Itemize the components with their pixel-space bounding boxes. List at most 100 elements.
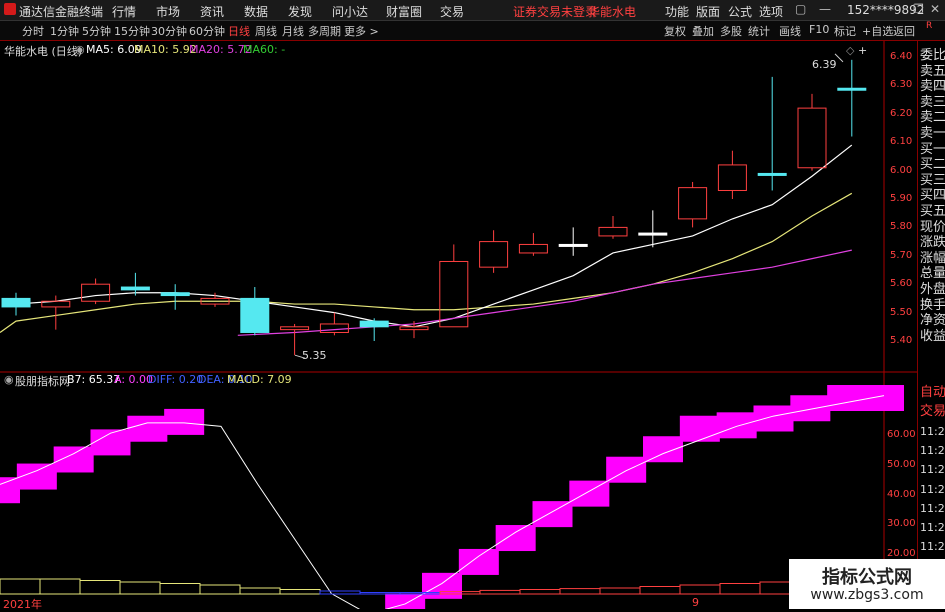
candle-body xyxy=(558,243,588,247)
period-daily[interactable]: 日线 xyxy=(228,23,250,39)
period-60min[interactable]: 60分钟 xyxy=(189,23,225,39)
kline-chart-area[interactable] xyxy=(0,41,917,609)
expand-icon[interactable]: + xyxy=(858,44,867,57)
indicator-step-block xyxy=(53,446,94,473)
indicator-step-block xyxy=(458,548,499,575)
btn-fuquan[interactable]: 复权 xyxy=(664,23,686,39)
btn-f10[interactable]: F10 xyxy=(809,23,829,36)
btn-add-favorite[interactable]: +自选 xyxy=(862,23,893,39)
price-tick-9: 5.50 xyxy=(890,306,913,318)
menu-banmian[interactable]: 版面 xyxy=(696,3,720,20)
menu-caifuquan[interactable]: 财富圈 xyxy=(386,3,422,20)
indicator-plot xyxy=(0,385,904,609)
current-stock-name: 华能水电 xyxy=(588,5,637,19)
menu-shichang[interactable]: 市场 xyxy=(156,3,180,20)
login-warning[interactable]: 证券交易未登录 xyxy=(513,3,597,20)
period-more[interactable]: 更多 > xyxy=(344,23,379,39)
restore-icon[interactable]: ❐ xyxy=(913,2,924,16)
candle-body xyxy=(717,164,747,191)
volume-bar xyxy=(719,583,761,595)
volume-bar xyxy=(679,584,721,595)
indicator-step-block xyxy=(716,412,757,439)
sidebar-time-5: 11:29 xyxy=(920,521,945,534)
ma5-line xyxy=(15,144,853,328)
minimize-icon[interactable]: — xyxy=(819,2,831,16)
menu-zixun[interactable]: 资讯 xyxy=(200,3,224,20)
menu-xuanxiang[interactable]: 选项 xyxy=(759,3,783,20)
ma60-label: MA60: - xyxy=(243,43,286,56)
moving-average-lines xyxy=(0,144,853,336)
menu-wenxiaoda[interactable]: 问小达 xyxy=(332,3,368,20)
indicator-toggle-icon[interactable]: ◉ xyxy=(4,373,14,386)
sidebar-time-1: 11:29 xyxy=(920,444,945,458)
low-price-label: 5.35 xyxy=(302,349,327,362)
sidebar-time-3: 11:29 xyxy=(920,482,945,496)
ma10-label: MA10: 5.92 xyxy=(134,43,197,56)
period-15min[interactable]: 15分钟 xyxy=(114,23,150,39)
ma-toggle-icon[interactable]: ◉ xyxy=(75,43,85,56)
sidebar-trade[interactable]: 交易 xyxy=(920,401,945,422)
candle-body xyxy=(638,232,668,236)
period-monthly[interactable]: 月线 xyxy=(282,23,304,39)
volume-bar xyxy=(599,587,641,595)
indicator-step-block xyxy=(679,415,720,442)
indicator-step-block xyxy=(643,436,683,463)
menu-gongshi[interactable]: 公式 xyxy=(728,3,752,20)
ind-b7-value: B7: 65.37 xyxy=(67,373,121,386)
btn-diejia[interactable]: 叠加 xyxy=(692,23,714,39)
period-1min[interactable]: 1分钟 xyxy=(50,23,79,39)
menu-shuju[interactable]: 数据 xyxy=(244,3,268,20)
indicator-step-block xyxy=(495,525,536,552)
period-30min[interactable]: 30分钟 xyxy=(151,23,187,39)
indicator-step-block xyxy=(422,572,462,599)
menu-gongneng[interactable]: 功能 xyxy=(665,3,689,20)
ma20-line xyxy=(237,249,852,336)
volume-bar xyxy=(159,583,201,595)
ind-tick-4: 20.00 xyxy=(887,548,916,560)
candle-body xyxy=(359,320,389,328)
btn-biaoji[interactable]: 标记 xyxy=(834,23,856,39)
close-icon[interactable]: ✕ xyxy=(930,2,940,16)
btn-back[interactable]: 返回 xyxy=(893,23,915,39)
candle-body xyxy=(120,286,150,291)
candle-body xyxy=(240,297,270,333)
menu-hangqing[interactable]: 行情 xyxy=(112,3,136,20)
volume-bar xyxy=(479,589,521,595)
btn-huaxian[interactable]: 画线 xyxy=(779,23,801,39)
indicator-step-block xyxy=(532,501,573,528)
sidebar-time-2: 11:29 xyxy=(920,463,945,477)
price-tick-0: 6.40 xyxy=(890,51,913,62)
candlesticks xyxy=(1,53,867,359)
candle-body xyxy=(678,187,708,220)
x-axis-month: 9 xyxy=(692,596,699,609)
price-tick-3: 6.10 xyxy=(890,136,913,148)
period-multi[interactable]: 多周期 xyxy=(308,23,341,39)
volume-bar xyxy=(119,581,161,595)
diamond-icon[interactable]: ◇ xyxy=(846,44,854,57)
price-tick-6: 5.80 xyxy=(890,221,913,233)
watermark-badge: 指标公式网 www.zbgs3.com xyxy=(789,559,945,609)
ind-tick-1: 50.00 xyxy=(887,458,916,470)
period-5min[interactable]: 5分钟 xyxy=(82,23,111,39)
price-tick-5: 5.90 xyxy=(890,193,913,204)
indicator-step-block xyxy=(753,405,794,432)
sidebar-item-18[interactable]: 收益 xyxy=(920,326,945,347)
period-weekly[interactable]: 周线 xyxy=(255,23,277,39)
volume-bar xyxy=(239,587,281,595)
indicator-step-block xyxy=(164,408,205,435)
btn-duogu[interactable]: 多股 xyxy=(720,23,742,39)
candle-body xyxy=(757,172,787,176)
volume-bar xyxy=(39,578,81,595)
app-logo-icon xyxy=(4,3,16,15)
menu-faxian[interactable]: 发现 xyxy=(288,3,312,20)
volume-bar xyxy=(559,588,601,595)
indicator-step-block xyxy=(127,415,168,442)
menu-jiaoyi[interactable]: 交易 xyxy=(440,3,464,20)
candle-body xyxy=(160,292,190,297)
period-fenshi[interactable]: 分时 xyxy=(22,23,44,39)
btn-tongji[interactable]: 统计 xyxy=(748,23,770,39)
skin-icon[interactable]: ▢ xyxy=(795,2,806,16)
price-tick-10: 5.40 xyxy=(890,335,913,346)
candle-body xyxy=(1,297,31,308)
volume-bar xyxy=(639,586,681,595)
